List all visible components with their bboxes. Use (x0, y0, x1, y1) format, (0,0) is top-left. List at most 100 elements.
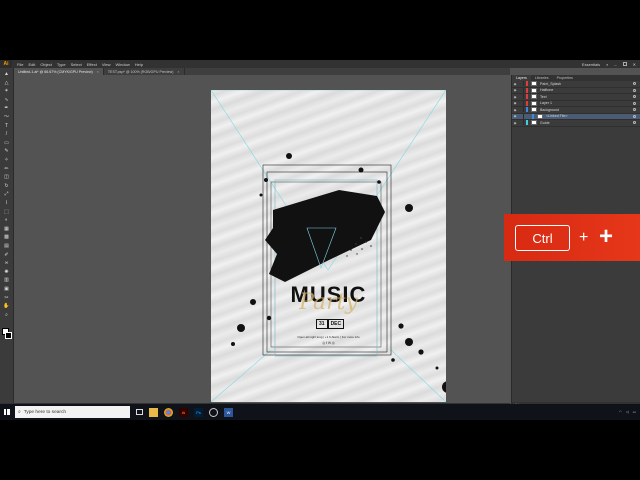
file-explorer-icon[interactable] (149, 407, 158, 417)
perspective-icon[interactable]: ▦ (3, 226, 10, 232)
maximize-button[interactable] (622, 62, 627, 66)
gradient-icon[interactable]: ▤ (3, 244, 10, 249)
menu-effect[interactable]: Effect (87, 62, 97, 67)
document-tabs: Untitled-1.ai* @ 66.67% (CMYK/GPU Previe… (14, 68, 510, 75)
rectangle-icon[interactable]: ▭ (3, 140, 10, 146)
slice-icon[interactable]: ✂ (3, 295, 10, 301)
magic-wand-icon[interactable]: ✶ (3, 89, 10, 94)
layer-name[interactable]: Text (540, 95, 547, 99)
poster-info[interactable]: Open all night long | +1 6 Alarm | For m… (211, 335, 446, 339)
menu-select[interactable]: Select (71, 62, 82, 67)
lock-toggle[interactable] (519, 100, 524, 106)
eyedropper-icon[interactable]: ✐ (3, 252, 10, 258)
menu-help[interactable]: Help (135, 62, 143, 67)
hand-icon[interactable]: ✋ (3, 304, 10, 309)
lock-toggle[interactable] (519, 87, 524, 93)
layer-name[interactable]: Background (540, 108, 559, 112)
lock-toggle[interactable] (519, 107, 524, 113)
word-icon[interactable]: W (224, 407, 233, 417)
type-icon[interactable]: T (3, 123, 10, 129)
menu-edit[interactable]: Edit (28, 62, 35, 67)
zoom-icon[interactable]: ⌕ (3, 312, 10, 318)
poster-date[interactable]: 31 DEC (316, 319, 345, 329)
close-button[interactable]: ✕ (633, 62, 636, 67)
visibility-eye-icon[interactable]: ◉ (512, 82, 518, 86)
visibility-eye-icon[interactable]: ◉ (512, 114, 518, 118)
symbol-sprayer-icon[interactable]: ✺ (3, 269, 10, 275)
task-view-icon[interactable] (136, 409, 143, 415)
start-button[interactable] (0, 404, 13, 420)
illustrator-icon[interactable]: Ai (179, 407, 188, 417)
volume-icon[interactable]: ◁ (626, 410, 629, 414)
eraser-icon[interactable]: ◫ (3, 175, 10, 180)
artboard[interactable]: MUSIC Party 31 DEC Open all night long |… (211, 90, 446, 402)
layer-row[interactable]: ◉ Guide (512, 120, 640, 127)
notification-icon[interactable]: ▭ (633, 410, 636, 414)
close-tab-icon[interactable]: × (97, 70, 99, 74)
visibility-eye-icon[interactable]: ◉ (512, 101, 518, 105)
tools-panel: ▲ △ ✶ ∿ ✒ 〜 T / ▭ ✎ ✧ ✏ ◫ ↻ ⤢ ⌇ ⬚ ◐ ▦ ▩ ▤ ✐ ∞ ✺ ▥ ▣ ✂ ✋ ⌕ (0, 68, 14, 403)
paintbrush-icon[interactable]: ✎ (3, 149, 10, 154)
artboard-icon[interactable]: ▣ (3, 287, 10, 292)
close-tab-icon[interactable]: × (177, 70, 179, 74)
menu-window[interactable]: Window (115, 62, 129, 67)
layer-target-icon[interactable] (633, 101, 636, 105)
poster-script[interactable]: Party (211, 290, 446, 315)
free-transform-icon[interactable]: ⬚ (3, 209, 10, 215)
pencil-icon[interactable]: ✏ (3, 166, 10, 172)
photoshop-icon[interactable]: Ps (194, 407, 203, 417)
lasso-icon[interactable]: ∿ (3, 97, 10, 103)
tab-untitled-1[interactable]: Untitled-1.ai* @ 66.67% (CMYK/GPU Previe… (14, 68, 104, 75)
mesh-icon[interactable]: ▩ (3, 235, 10, 240)
scale-icon[interactable]: ⤢ (3, 192, 10, 197)
stroke-swatch[interactable] (5, 332, 12, 339)
menu-type[interactable]: Type (57, 62, 66, 67)
search-icon[interactable]: ⌕ (606, 62, 608, 67)
layer-target-icon[interactable] (633, 108, 636, 112)
lock-toggle[interactable] (519, 81, 524, 87)
layer-target-icon[interactable] (633, 95, 636, 99)
layer-name[interactable]: <Linked File> (546, 114, 568, 118)
lock-toggle[interactable] (519, 120, 524, 126)
canvas-area[interactable]: MUSIC Party 31 DEC Open all night long |… (14, 75, 510, 403)
direct-selection-icon[interactable]: △ (3, 80, 10, 86)
menu-object[interactable]: Object (40, 62, 52, 67)
graph-icon[interactable]: ▥ (3, 278, 10, 283)
rotate-icon[interactable]: ↻ (3, 183, 10, 189)
taskbar-search[interactable]: ⌕ Type here to search (15, 406, 130, 418)
layer-name[interactable]: Layer 1 (540, 101, 552, 105)
layer-name[interactable]: Halftone (540, 88, 553, 92)
layer-name[interactable]: Paint_Splash (540, 82, 561, 86)
minimize-button[interactable]: – (614, 62, 616, 67)
pen-icon[interactable]: ✒ (3, 106, 10, 111)
ctrl-key: Ctrl (515, 225, 570, 251)
visibility-eye-icon[interactable]: ◉ (512, 108, 518, 112)
menu-view[interactable]: View (102, 62, 111, 67)
social-icons: ◎ f ✉ ◎ (322, 341, 335, 345)
illustrator-window: Ai File Edit Object Type Select Effect V… (0, 60, 640, 420)
layer-target-icon[interactable] (633, 82, 636, 86)
shaper-icon[interactable]: ✧ (3, 158, 10, 163)
visibility-eye-icon[interactable]: ◉ (512, 121, 518, 125)
shape-builder-icon[interactable]: ◐ (3, 218, 10, 223)
menu-file[interactable]: File (17, 62, 23, 67)
visibility-eye-icon[interactable]: ◉ (512, 88, 518, 92)
layer-target-icon[interactable] (633, 114, 636, 118)
plus-key: + (599, 223, 614, 250)
layer-target-icon[interactable] (633, 88, 636, 92)
curvature-icon[interactable]: 〜 (3, 115, 10, 120)
width-icon[interactable]: ⌇ (3, 201, 10, 206)
lock-toggle[interactable] (519, 113, 524, 119)
media-icon[interactable] (209, 407, 218, 417)
layer-target-icon[interactable] (633, 121, 636, 125)
layer-name[interactable]: Guide (540, 121, 550, 125)
lock-toggle[interactable] (519, 94, 524, 100)
blend-icon[interactable]: ∞ (3, 261, 10, 266)
selection-icon[interactable]: ▲ (3, 72, 10, 77)
tab-test[interactable]: TEST.psp* @ 100% (RGB/GPU Preview) × (104, 68, 185, 75)
wifi-icon[interactable]: ◠ (619, 410, 622, 414)
workspace-switcher[interactable]: Essentials (582, 62, 600, 67)
chrome-icon[interactable] (164, 407, 173, 417)
line-icon[interactable]: / (3, 132, 10, 137)
visibility-eye-icon[interactable]: ◉ (512, 95, 518, 99)
